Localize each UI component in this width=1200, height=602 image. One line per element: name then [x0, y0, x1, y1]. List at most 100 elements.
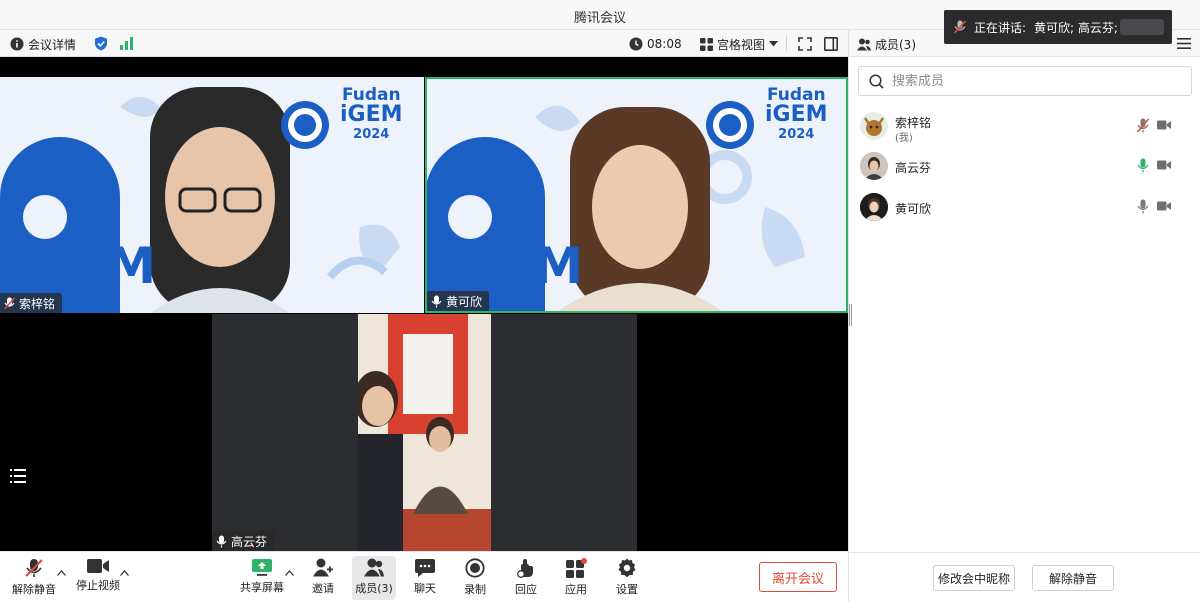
member-row[interactable]: 黄可欣 [849, 187, 1200, 227]
chevron-up-icon[interactable] [285, 570, 294, 576]
members-icon [364, 558, 384, 577]
member-row[interactable]: 高云芬 [849, 146, 1200, 186]
chat-button[interactable]: 聊天 [407, 556, 443, 600]
video-tile[interactable]: 高云芬 [0, 314, 848, 551]
member-search[interactable] [858, 66, 1192, 96]
record-button[interactable]: 录制 [457, 556, 493, 600]
mic-muted-icon[interactable] [1137, 118, 1149, 133]
record-icon [465, 558, 485, 578]
participant-name: 黄可欣 [446, 294, 483, 309]
hand-icon [517, 559, 533, 578]
igem-backdrop-text: iGEM [425, 237, 590, 295]
toolbar-divider [786, 36, 787, 51]
members-button[interactable]: 成员(3) [352, 556, 396, 600]
video-frame-3 [358, 314, 491, 551]
search-icon [869, 73, 884, 89]
settings-label: 设置 [616, 583, 638, 596]
mic-icon [431, 295, 442, 307]
speaking-avatars [1120, 19, 1164, 35]
member-row[interactable]: 索梓铭 (我) [849, 106, 1200, 146]
member-self-tag: (我) [895, 133, 913, 144]
chat-icon [415, 559, 435, 577]
camera-off-icon[interactable] [1157, 201, 1171, 211]
chevron-up-icon[interactable] [57, 570, 66, 576]
meeting-timer: 08:08 [629, 35, 682, 53]
share-screen-button[interactable]: 共享屏幕 [238, 556, 286, 600]
avatar [860, 152, 888, 180]
camera-icon [87, 559, 109, 573]
camera-off-icon[interactable] [1157, 120, 1171, 130]
apps-icon [566, 558, 587, 578]
share-screen-label: 共享屏幕 [240, 581, 284, 594]
search-input[interactable] [892, 73, 1172, 89]
unmute-all-button[interactable]: 解除静音 [1032, 565, 1114, 591]
speaking-names: 黄可欣; 高云芬; [1034, 20, 1118, 35]
video-tile[interactable]: Fudan iGEM 2024 iGEM 索梓铭 [0, 77, 424, 313]
record-label: 录制 [464, 583, 486, 596]
igem-backdrop-text: iGEM [0, 237, 163, 295]
add-user-icon [313, 558, 333, 577]
participant-name-tag: 黄可欣 [427, 291, 490, 311]
participant-name: 索梓铭 [19, 296, 56, 311]
unmute-button[interactable]: 解除静音 [10, 556, 58, 600]
grid-view-icon [700, 37, 713, 51]
members-panel-footer: 修改会中昵称 解除静音 [849, 552, 1200, 602]
speaking-label: 正在讲话: [974, 20, 1027, 35]
member-name: 高云芬 [895, 161, 932, 175]
view-mode-label: 宫格视图 [717, 37, 766, 52]
meeting-controls: 解除静音 停止视频 共享屏幕 邀请 成员(3) 聊天 录制 回应 应用 设置 离… [0, 551, 848, 602]
signal-icon[interactable] [120, 37, 134, 50]
chevron-up-icon[interactable] [120, 570, 129, 576]
gallery-list-icon[interactable] [8, 466, 28, 486]
participant-name-tag: 索梓铭 [0, 293, 63, 313]
members-panel-title: 成员(3) [857, 36, 916, 53]
mic-speaking-icon[interactable] [1137, 158, 1149, 173]
members-panel: 成员(3) 索梓铭 (我) 高云芬 黄可欣 修改会中昵称 解除 [848, 30, 1200, 602]
menu-icon[interactable] [1177, 37, 1191, 50]
meeting-toolbar: 会议详情 08:08 宫格视图 [0, 30, 848, 57]
timer-text: 08:08 [647, 37, 682, 51]
info-icon [10, 37, 24, 51]
avatar [860, 112, 888, 140]
avatar [860, 193, 888, 221]
year-banner-text: 2024 [353, 127, 390, 142]
apps-button[interactable]: 应用 [558, 556, 594, 600]
react-button[interactable]: 回应 [508, 556, 544, 600]
igem-banner-text: iGEM [765, 102, 828, 127]
participant-name-tag: 高云芬 [212, 531, 275, 551]
rename-button[interactable]: 修改会中昵称 [933, 565, 1015, 591]
chat-label: 聊天 [414, 582, 436, 595]
video-tile-active[interactable]: Fudan iGEM 2024 iGEM 黄可欣 [425, 77, 848, 313]
speaking-indicator: 正在讲话: 黄可欣; 高云芬; [944, 10, 1172, 44]
igem-banner-text: iGEM [340, 102, 403, 127]
member-name: 黄可欣 [895, 202, 932, 216]
stop-video-button[interactable]: 停止视频 [74, 556, 122, 600]
camera-off-icon[interactable] [1157, 160, 1171, 170]
members-label: 成员(3) [355, 582, 393, 595]
apps-label: 应用 [565, 583, 587, 596]
shield-icon[interactable] [94, 36, 108, 51]
panel-resize-handle[interactable] [849, 304, 852, 326]
participant-name: 高云芬 [231, 534, 268, 549]
sidebar-toggle-icon[interactable] [824, 37, 838, 51]
video-grid: Fudan iGEM 2024 iGEM 索梓铭 Fudan iGEM 2024… [0, 57, 848, 551]
leave-meeting-button[interactable]: 离开会议 [759, 562, 837, 592]
mic-muted-icon [25, 559, 43, 577]
unmute-label: 解除静音 [12, 583, 56, 596]
meeting-info-button[interactable]: 会议详情 [10, 35, 76, 53]
chevron-down-icon [769, 41, 779, 47]
meeting-info-label: 会议详情 [28, 37, 77, 52]
mic-muted-icon [4, 297, 15, 309]
gear-icon [618, 558, 636, 578]
mic-muted-icon [954, 20, 966, 34]
invite-button[interactable]: 邀请 [305, 556, 341, 600]
settings-button[interactable]: 设置 [609, 556, 645, 600]
share-screen-icon [252, 559, 272, 576]
clock-icon [629, 37, 643, 51]
mic-icon[interactable] [1137, 199, 1149, 214]
members-count-label: 成员(3) [875, 38, 916, 52]
stop-video-label: 停止视频 [76, 579, 120, 592]
mic-icon [216, 535, 227, 547]
view-mode-dropdown[interactable]: 宫格视图 [700, 35, 779, 53]
fullscreen-icon[interactable] [798, 37, 812, 51]
